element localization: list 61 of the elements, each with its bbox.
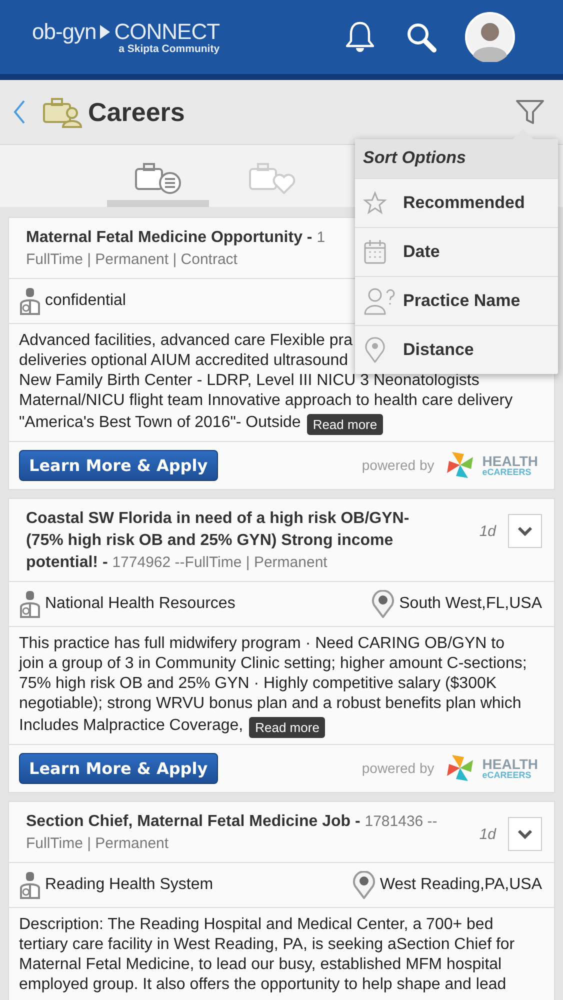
posted-age: 1d: [479, 522, 496, 540]
description-text: join a group of 3 in Community Clinic setting; higher amount C-sections;: [19, 654, 527, 674]
star-icon: [363, 191, 387, 215]
job-location: South West,FL,USA: [399, 595, 542, 613]
apply-button[interactable]: Learn More & Apply: [19, 752, 218, 784]
job-title[interactable]: Maternal Fetal Medicine Opportunity - 1 FullTime | Permanent | Contract: [26, 227, 326, 271]
page-title: Careers: [88, 96, 186, 128]
description-text: "America's Best Town of 2016"- Outside: [19, 413, 301, 433]
employer-name: National Health Resources: [45, 595, 236, 613]
partner-tagline: eCAREERS: [482, 468, 532, 476]
chevron-down-icon[interactable]: [508, 817, 542, 851]
powered-by-text: powered by: [362, 760, 434, 776]
posted-age: 1d: [479, 826, 496, 842]
sort-option[interactable]: Date: [355, 227, 558, 276]
description-text: tertiary care facility in West Reading, PA, is seeking aSection Chief for: [19, 935, 515, 955]
chevron-down-icon[interactable]: [508, 514, 542, 548]
description-text: Maternal/NICU flight team Innovative approach to health care delivery: [19, 391, 513, 411]
partner-tagline: eCAREERS: [482, 770, 532, 780]
employer-name: Reading Health System: [45, 876, 214, 894]
sort-option[interactable]: Distance: [355, 325, 558, 374]
play-icon: [99, 24, 112, 40]
doctor-icon: [19, 590, 41, 618]
filter-icon[interactable]: [515, 98, 545, 126]
job-title[interactable]: Section Chief, Maternal Fetal Medicine Job - 1781436 -- FullTime | Permanent: [26, 811, 446, 855]
logo-text: ob-gyn: [32, 19, 96, 45]
description-text: This practice has full midwifery program · Need CARING OB/GYN to: [19, 634, 504, 654]
doctor-icon: [19, 871, 41, 899]
description-text: Advanced facilities, advanced care Flexible pra: [19, 331, 353, 351]
description-text: Includes Malpractice Coverage,: [19, 716, 244, 736]
briefcase-list-icon: [134, 161, 182, 195]
location-pin-icon: [371, 590, 396, 618]
description-text: employed group. It also offers the opportunity to help shape and lead: [19, 975, 506, 995]
apply-button[interactable]: Learn More & Apply: [19, 450, 218, 480]
person-question-icon: [363, 287, 395, 315]
description-text: negotiable); strong WRVU bonus plan and a robust benefits plan which: [19, 694, 522, 714]
job-location: West Reading,PA,USA: [380, 876, 542, 894]
pin-icon: [363, 336, 387, 364]
logo-tagline: a Skipta Community: [118, 43, 220, 55]
calendar-icon: [363, 239, 387, 265]
description-text: 75% high risk OB and 25% GYN · Highly competitive salary ($300K: [19, 674, 497, 694]
doctor-icon: [19, 287, 41, 315]
powered-by-text: powered by: [362, 457, 434, 473]
description-text: deliveries optional AIUM accredited ultrasound: [19, 351, 348, 371]
briefcase-person-icon: [42, 96, 82, 128]
description-text: Description: The Reading Hospital and Medical Center, a 700+ bed: [19, 915, 494, 935]
sort-option[interactable]: Recommended: [355, 178, 558, 227]
description-text: New Family Birth Center - LDRP, Level III NICU 3 Neonatologists: [19, 371, 480, 391]
description-text: Maternal Fetal Medicine, to lead our busy, established MFM hospital: [19, 955, 502, 975]
partner-name: HEALTH: [482, 454, 538, 468]
logo-text: CONNECT: [114, 19, 220, 44]
job-title[interactable]: Coastal SW Florida in need of a high risk OB/GYN- (75% high risk OB and 25% GYN) Strong income potential! - 1774962 --FullTime | Permanent: [26, 508, 446, 574]
read-more-button[interactable]: Read more: [249, 717, 326, 738]
briefcase-heart-icon: [248, 161, 296, 195]
employer-name: confidential: [45, 292, 126, 310]
sort-option[interactable]: Practice Name: [355, 276, 558, 325]
search-icon[interactable]: [405, 21, 437, 53]
partner-name: HEALTH: [482, 756, 538, 770]
bell-icon[interactable]: [343, 20, 377, 54]
location-pin-icon: [352, 871, 376, 899]
read-more-button[interactable]: Read more: [306, 414, 384, 435]
avatar-icon[interactable]: [465, 12, 515, 62]
